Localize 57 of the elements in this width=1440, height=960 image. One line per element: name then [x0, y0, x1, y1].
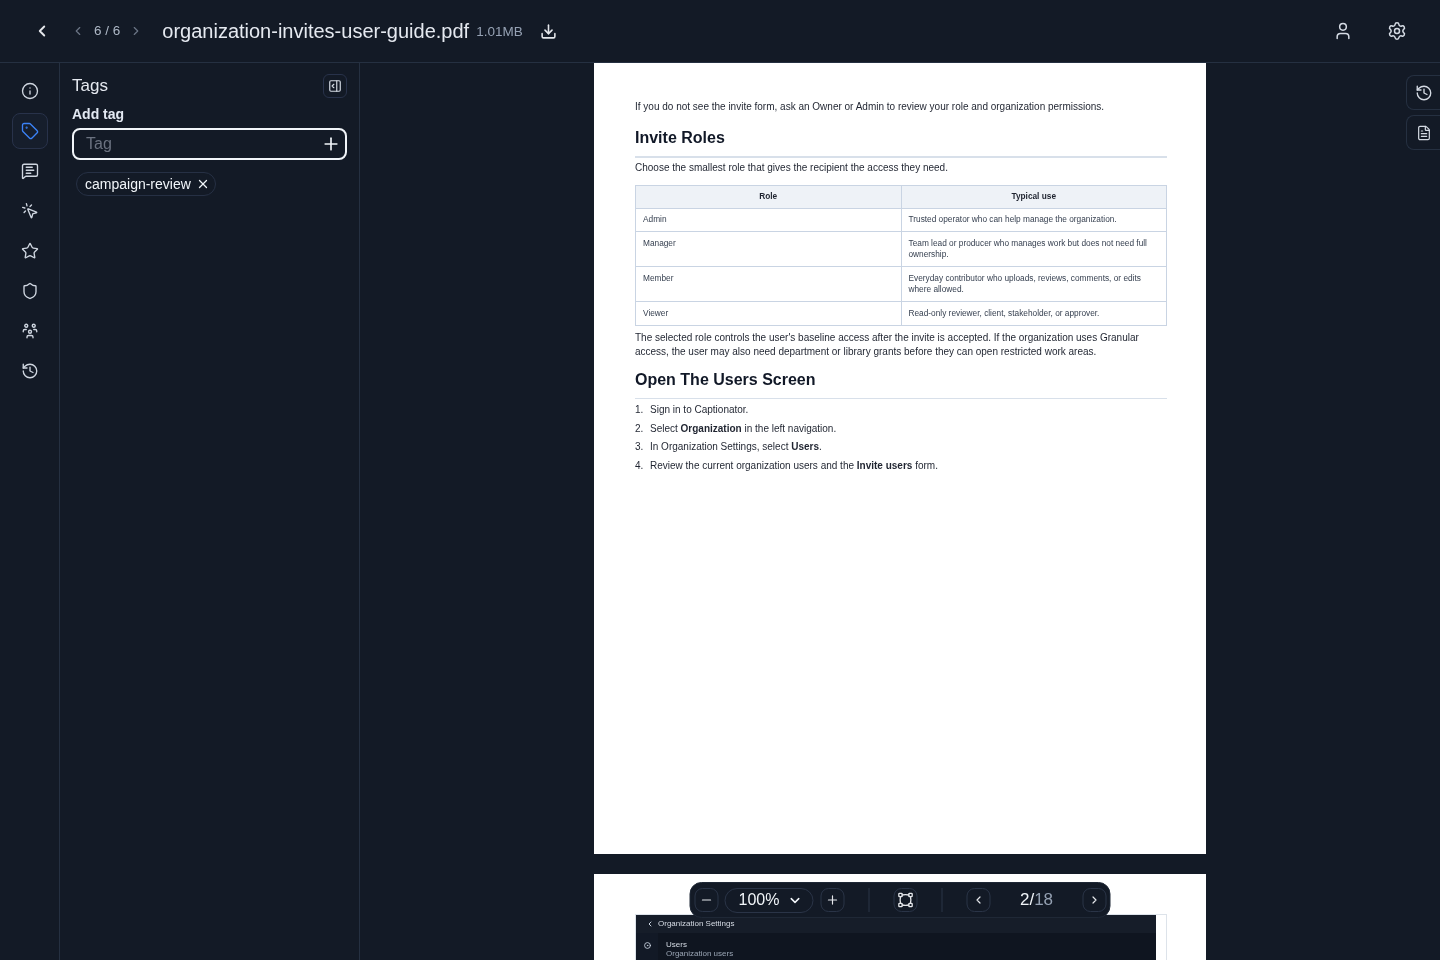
screenshot-section-title: Users: [666, 940, 687, 949]
collapse-panel-button[interactable]: [323, 74, 347, 98]
table-cell: Read-only reviewer, client, stakeholder, or approver.: [901, 301, 1167, 325]
tag-icon: [20, 122, 39, 140]
pointer-click-icon: [20, 202, 39, 220]
list-item-text: Review the current organization users and the Invite users form.: [650, 458, 938, 473]
paragraph: If you do not see the invite form, ask an Owner or Admin to review your role and organization permissions.: [635, 100, 1106, 114]
table-cell: Trusted operator who can help manage the organization.: [901, 208, 1167, 232]
table-cell: Member: [635, 266, 901, 302]
list-item-text: Sign in to Captionator.: [650, 403, 749, 417]
vector-square-icon: [897, 892, 914, 908]
section-heading: Invite Roles: [635, 128, 725, 148]
column-header: Typical use: [901, 185, 1167, 208]
list-item-text: Select Organization in the left navigation.: [650, 421, 837, 436]
file-name: organization-invites-user-guide.pdf: [162, 19, 470, 44]
history-button[interactable]: [1406, 75, 1440, 110]
settings-icon: [1387, 21, 1407, 41]
list-number: 2.: [635, 421, 645, 436]
page-indicator: 2/18: [1019, 889, 1054, 912]
file-size: 1.01MB: [476, 22, 523, 41]
circle-dot-icon: [643, 942, 651, 949]
info-icon: [20, 82, 39, 100]
comment-icon: [20, 162, 39, 180]
tag-input-field[interactable]: Tag: [72, 128, 347, 160]
table-cell: Viewer: [635, 301, 901, 325]
table-cell: Manager: [635, 231, 901, 267]
screenshot-header-title: Organization Settings: [658, 919, 735, 929]
list-item-text: In Organization Settings, select Users.: [650, 440, 822, 454]
file-text-icon: [1415, 124, 1432, 141]
screenshot-section-subtitle: Organization users: [666, 949, 734, 958]
history-icon: [1414, 83, 1433, 102]
paragraph: The selected role controls the user's baseline access after the invite is accepted. If the organization uses Granular access, the user may also need department or library grants before they can open restricted work areas.: [635, 330, 1140, 359]
zoom-select[interactable]: 100%: [724, 887, 814, 913]
user-icon: [1333, 21, 1353, 41]
panel-icon: [328, 79, 342, 93]
list-number: 1.: [635, 403, 645, 417]
shield-icon: [20, 282, 39, 300]
star-icon: [20, 242, 39, 260]
history-icon: [20, 362, 39, 380]
document-button[interactable]: [1406, 115, 1440, 150]
list-number: 4.: [635, 458, 645, 473]
paragraph: Choose the smallest role that gives the recipient the access they need.: [635, 160, 949, 175]
table-cell: Everyday contributor who uploads, reviews, comments, or edits where allowed.: [901, 266, 1167, 302]
column-header: Role: [635, 185, 901, 208]
table-cell: Admin: [635, 208, 901, 232]
tag-tab[interactable]: [11, 113, 48, 149]
users-group-icon: [20, 322, 39, 340]
section-heading: Open The Users Screen: [635, 369, 816, 390]
add-tag-label: Add tag: [72, 105, 125, 124]
chevron-left-icon: [646, 920, 654, 928]
plus-icon: [825, 893, 840, 907]
table-cell: Team lead or producer who manages work but does not need full ownership.: [901, 231, 1167, 267]
file-position: 6 / 6: [94, 21, 121, 40]
tag-label: campaign-review: [85, 174, 191, 194]
download-icon: [540, 22, 558, 40]
list-number: 3.: [635, 440, 645, 454]
panel-title: Tags: [72, 75, 108, 98]
